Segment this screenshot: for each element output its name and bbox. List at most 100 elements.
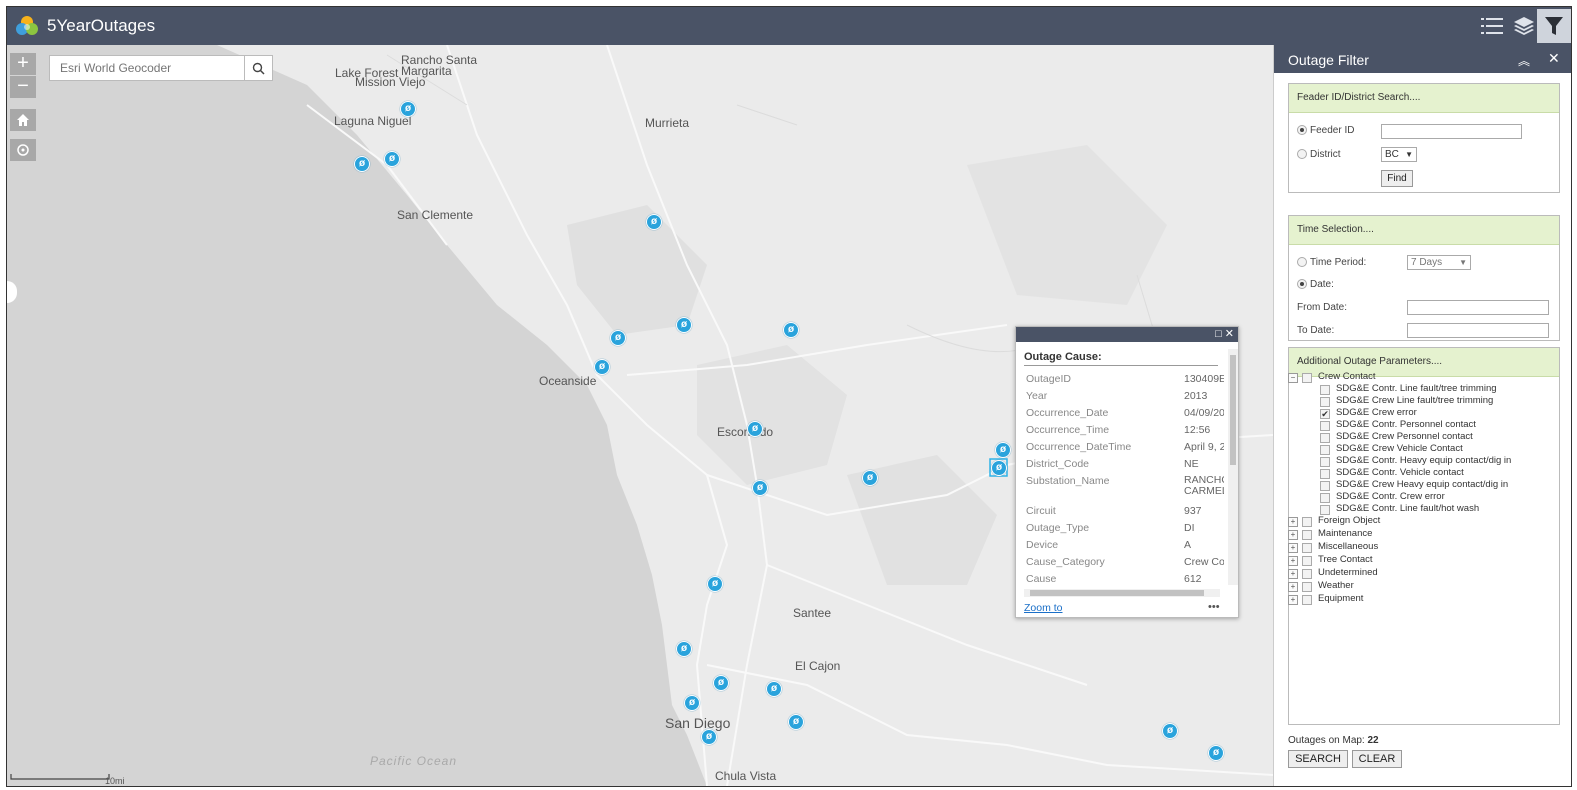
map-label-oceanside: Oceanside: [539, 374, 597, 388]
zoom-in-button[interactable]: +: [10, 53, 36, 75]
popup-horizontal-scrollbar[interactable]: [1024, 589, 1220, 597]
outage-marker[interactable]: ø: [610, 330, 626, 346]
dropdown-arrow-icon: ▼: [1459, 258, 1467, 267]
expand-toggle-icon[interactable]: +: [1288, 543, 1298, 553]
item-checkbox-checked[interactable]: ✔: [1320, 409, 1330, 419]
map-label-chula-vista: Chula Vista: [715, 769, 777, 783]
item-label: SDG&E Crew Line fault/tree trimming: [1336, 395, 1494, 406]
close-icon[interactable]: ✕: [1548, 50, 1560, 67]
outage-marker-selected[interactable]: ø: [991, 460, 1007, 476]
outage-marker[interactable]: ø: [701, 729, 717, 745]
to-date-input[interactable]: [1407, 323, 1549, 338]
feeder-id-radio[interactable]: [1297, 125, 1307, 135]
expand-toggle-icon[interactable]: +: [1288, 530, 1298, 540]
outage-marker[interactable]: ø: [752, 480, 768, 496]
map-view[interactable]: Rancho Santa Margarita Lake Forest Missi…: [7, 45, 1273, 786]
clear-button[interactable]: CLEAR: [1352, 750, 1402, 768]
app-logo-icon: [16, 16, 38, 35]
item-label: SDG&E Crew Heavy equip contact/dig in: [1336, 479, 1509, 490]
zoom-to-link[interactable]: Zoom to: [1024, 602, 1063, 614]
feeder-id-input[interactable]: [1381, 124, 1522, 139]
expand-toggle-icon[interactable]: +: [1288, 595, 1298, 605]
expand-toggle-icon[interactable]: +: [1288, 582, 1298, 592]
group-checkbox[interactable]: [1302, 569, 1312, 579]
item-checkbox[interactable]: [1320, 385, 1330, 395]
group-label: Undetermined: [1318, 567, 1378, 578]
outage-marker[interactable]: ø: [1162, 723, 1178, 739]
attr-key: Occurrence_DateTime: [1026, 441, 1132, 453]
expand-toggle-icon[interactable]: +: [1288, 556, 1298, 566]
list-icon[interactable]: [1475, 9, 1509, 43]
outage-marker[interactable]: ø: [384, 151, 400, 167]
item-checkbox[interactable]: [1320, 433, 1330, 443]
group-checkbox[interactable]: [1302, 556, 1312, 566]
outage-marker[interactable]: ø: [684, 695, 700, 711]
outage-marker[interactable]: ø: [646, 214, 662, 230]
scrollbar-thumb[interactable]: [1230, 355, 1236, 465]
outage-marker[interactable]: ø: [1208, 745, 1224, 761]
home-button[interactable]: [10, 109, 36, 131]
district-radio[interactable]: [1297, 149, 1307, 159]
item-checkbox[interactable]: [1320, 421, 1330, 431]
outage-marker[interactable]: ø: [783, 322, 799, 338]
attr-key: Occurrence_Time: [1026, 424, 1110, 436]
search-input[interactable]: [50, 56, 245, 80]
group-checkbox[interactable]: [1302, 517, 1312, 527]
app-header: 5YearOutages: [7, 7, 1571, 45]
expand-toggle-icon[interactable]: +: [1288, 517, 1298, 527]
maximize-icon[interactable]: □: [1215, 328, 1222, 340]
outage-marker[interactable]: ø: [400, 101, 416, 117]
item-checkbox[interactable]: [1320, 505, 1330, 515]
item-checkbox[interactable]: [1320, 397, 1330, 407]
popup-vertical-scrollbar[interactable]: [1228, 349, 1238, 585]
outage-marker[interactable]: ø: [747, 421, 763, 437]
zoom-out-button[interactable]: −: [10, 76, 36, 98]
search-submit-button[interactable]: SEARCH: [1288, 750, 1348, 768]
time-period-select[interactable]: 7 Days ▼: [1407, 255, 1471, 270]
outage-marker[interactable]: ø: [707, 576, 723, 592]
collapse-icon[interactable]: ︽: [1518, 52, 1530, 69]
from-date-input[interactable]: [1407, 300, 1549, 315]
group-checkbox[interactable]: [1302, 595, 1312, 605]
search-button[interactable]: [244, 56, 272, 80]
item-checkbox[interactable]: [1320, 457, 1330, 467]
app-frame: 5YearOutages Rancho Santa Margarita Lake…: [6, 6, 1572, 787]
outage-marker[interactable]: ø: [713, 675, 729, 691]
filter-icon[interactable]: [1537, 9, 1571, 43]
group-checkbox[interactable]: [1302, 582, 1312, 592]
time-period-label: Time Period:: [1310, 257, 1367, 268]
outage-marker[interactable]: ø: [676, 641, 692, 657]
group-checkbox[interactable]: [1302, 530, 1312, 540]
item-checkbox[interactable]: [1320, 493, 1330, 503]
collapse-toggle-icon[interactable]: −: [1288, 373, 1298, 383]
find-button[interactable]: Find: [1381, 170, 1413, 187]
item-checkbox[interactable]: [1320, 445, 1330, 455]
attr-value: 04/09/2013: [1184, 407, 1224, 419]
outage-count: Outages on Map: 22: [1288, 735, 1379, 746]
close-icon[interactable]: ✕: [1225, 328, 1234, 340]
outage-marker[interactable]: ø: [594, 359, 610, 375]
outage-marker[interactable]: ø: [354, 156, 370, 172]
outage-marker[interactable]: ø: [766, 681, 782, 697]
time-period-radio[interactable]: [1297, 257, 1307, 267]
item-checkbox[interactable]: [1320, 469, 1330, 479]
attr-value: 2013: [1184, 390, 1208, 402]
item-checkbox[interactable]: [1320, 481, 1330, 491]
attr-value: RANCHO CARMEL: [1184, 475, 1224, 497]
attr-key: Year: [1026, 390, 1048, 402]
more-options-icon[interactable]: •••: [1208, 601, 1220, 613]
district-select[interactable]: BC ▼: [1381, 147, 1417, 162]
expand-toggle-icon[interactable]: +: [1288, 569, 1298, 579]
locate-button[interactable]: [10, 139, 36, 161]
outage-marker[interactable]: ø: [676, 317, 692, 333]
outage-marker[interactable]: ø: [788, 714, 804, 730]
group-checkbox[interactable]: [1302, 373, 1312, 383]
outage-marker[interactable]: ø: [995, 442, 1011, 458]
home-icon: [17, 114, 29, 126]
popup-header: □ ✕: [1016, 327, 1238, 342]
group-checkbox[interactable]: [1302, 543, 1312, 553]
outage-marker[interactable]: ø: [862, 470, 878, 486]
scrollbar-thumb[interactable]: [1030, 590, 1204, 596]
date-radio[interactable]: [1297, 279, 1307, 289]
layers-icon[interactable]: [1507, 9, 1541, 43]
